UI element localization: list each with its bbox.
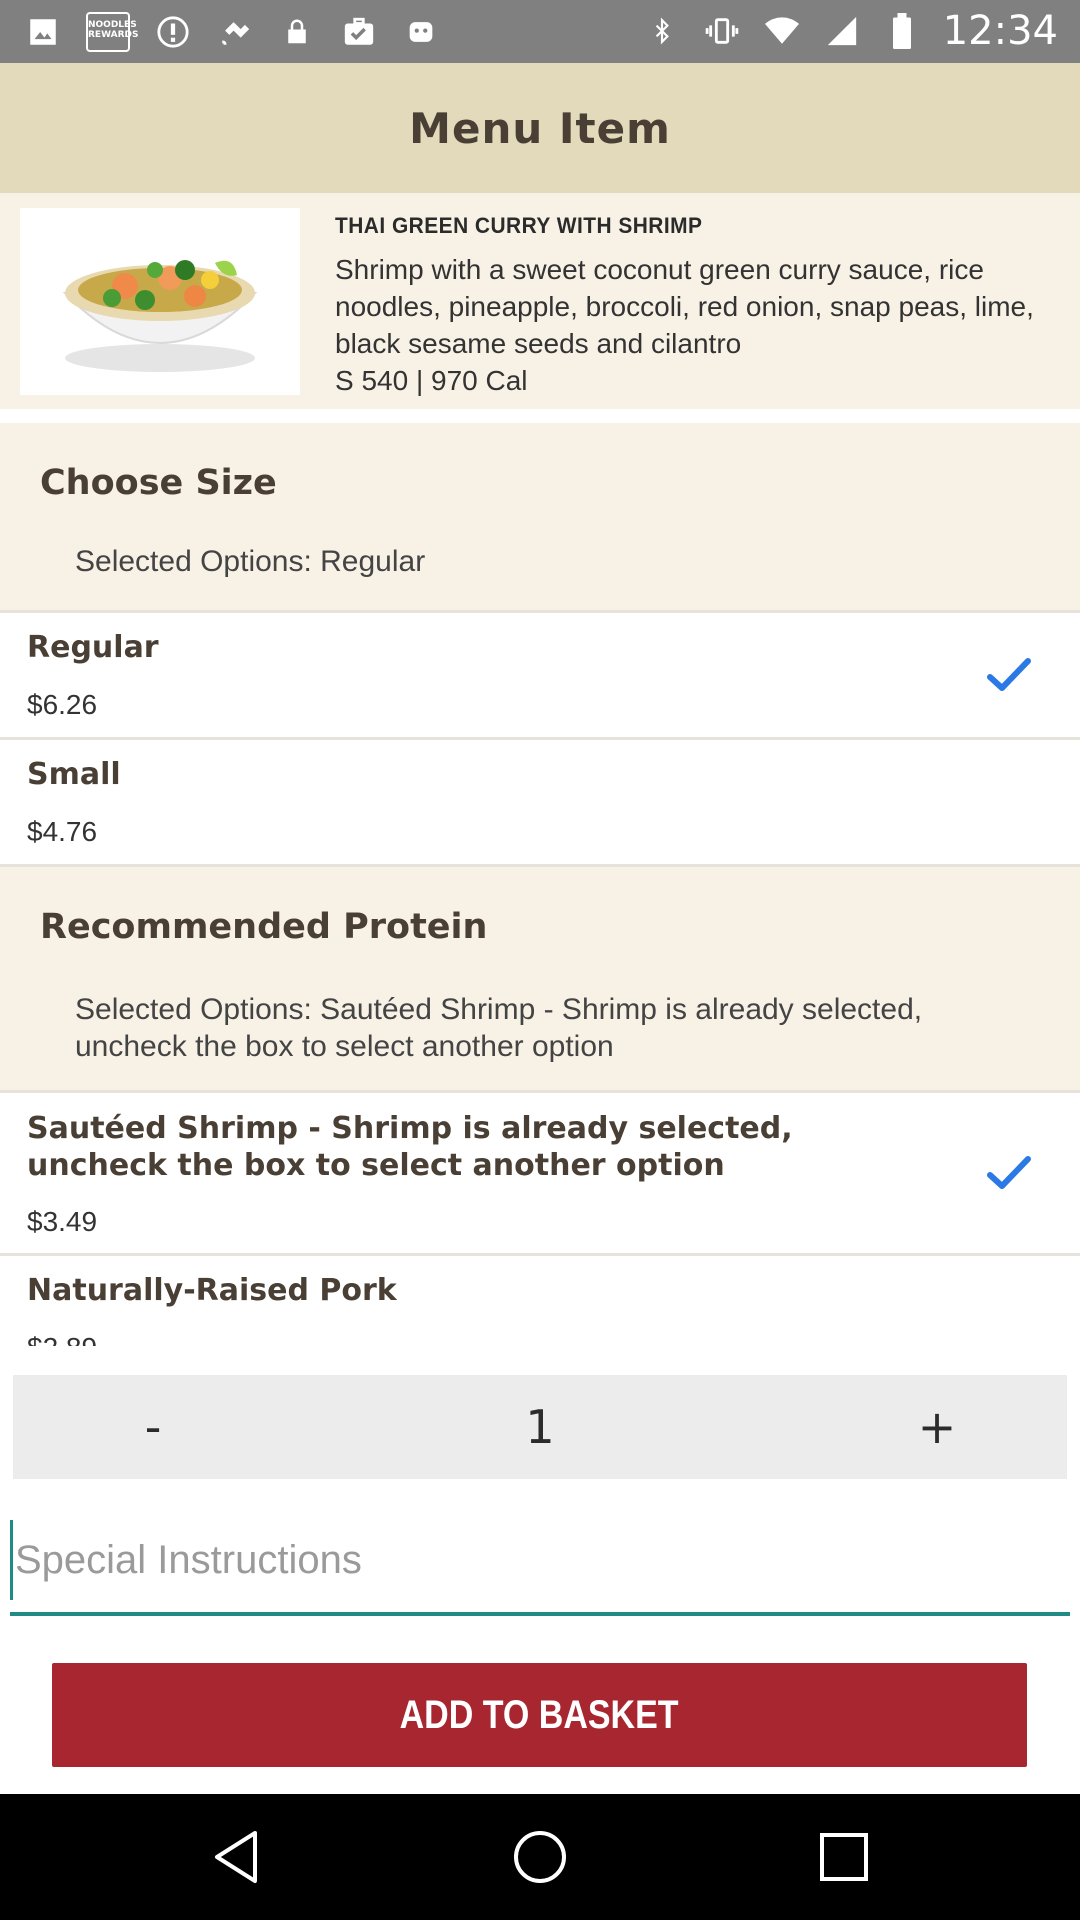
battery-icon [883, 12, 921, 50]
photo-icon [24, 13, 62, 51]
option-price: $3.49 [27, 1206, 98, 1237]
checkmark-icon[interactable] [986, 655, 1032, 695]
option-name: Small [27, 757, 121, 792]
option-name: Naturally-Raised Pork [27, 1273, 397, 1308]
recents-icon [820, 1833, 868, 1881]
option-name: Sautéed Shrimp - Shrimp is already selec… [27, 1111, 793, 1183]
briefcase-check-icon [340, 13, 378, 51]
item-name: THAI GREEN CURRY WITH SHRIMP [335, 213, 703, 238]
option-regular[interactable]: Regular $6.26 [0, 613, 1080, 740]
add-to-basket-button[interactable]: ADD TO BASKET [52, 1663, 1027, 1767]
section-title: Recommended Protein [40, 907, 488, 947]
option-naturally-raised-pork[interactable]: Naturally-Raised Pork $2.89 [0, 1256, 1080, 1346]
recents-button[interactable] [784, 1794, 904, 1920]
satellite-icon [216, 13, 254, 51]
selected-options: Selected Options: Regular [75, 545, 426, 578]
section-title: Choose Size [40, 463, 277, 503]
home-button[interactable] [480, 1794, 600, 1920]
option-price: $2.89 [27, 1332, 97, 1346]
option-price: $4.76 [27, 816, 98, 847]
special-instructions-input[interactable] [10, 1520, 1070, 1600]
home-icon [514, 1831, 566, 1883]
menu-item-card: THAI GREEN CURRY WITH SHRIMP Shrimp with… [0, 193, 1080, 409]
option-small[interactable]: Small $4.76 [0, 740, 1080, 867]
special-instructions-field [10, 1520, 1070, 1616]
system-icons: 12:34 [643, 8, 1058, 54]
selected-options: Selected Options: Sautéed Shrimp - Shrim… [75, 993, 923, 1063]
quantity-stepper: - 1 + [13, 1375, 1067, 1479]
android-icon [402, 13, 440, 51]
increase-quantity-button[interactable]: + [887, 1375, 987, 1479]
lock-icon [278, 13, 316, 51]
back-icon [215, 1831, 257, 1883]
signal-icon [823, 12, 861, 50]
status-bar: NOODLES REWARDS 12:34 [0, 0, 1080, 63]
notification-icons: NOODLES REWARDS [24, 12, 440, 52]
dish-image [20, 208, 300, 395]
size-section-header: Choose Size Selected Options: Regular [0, 423, 1080, 613]
decrease-quantity-button[interactable]: - [103, 1375, 203, 1479]
option-name: Regular [27, 630, 159, 665]
quantity-value: 1 [525, 1400, 555, 1454]
item-description: Shrimp with a sweet coconut green curry … [335, 254, 1034, 359]
protein-section-header: Recommended Protein Selected Options: Sa… [0, 867, 1080, 1093]
add-to-basket-label: ADD TO BASKET [400, 1692, 679, 1737]
item-calories: S 540 | 970 Cal [335, 365, 528, 396]
app-header: Menu Item [0, 63, 1080, 193]
item-info: THAI GREEN CURRY WITH SHRIMP Shrimp with… [335, 213, 1065, 399]
option-sauteed-shrimp[interactable]: Sautéed Shrimp - Shrimp is already selec… [0, 1093, 1080, 1256]
vibrate-icon [703, 12, 741, 50]
back-button[interactable] [176, 1794, 296, 1920]
page-title: Menu Item [409, 103, 671, 153]
clock: 12:34 [942, 8, 1058, 54]
rewards-icon: NOODLES REWARDS [86, 12, 138, 52]
wifi-icon [763, 12, 801, 50]
option-price: $6.26 [27, 689, 98, 720]
alert-icon [154, 13, 192, 51]
navigation-bar [0, 1794, 1080, 1920]
bluetooth-icon [643, 12, 681, 50]
checkmark-icon[interactable] [986, 1153, 1032, 1193]
